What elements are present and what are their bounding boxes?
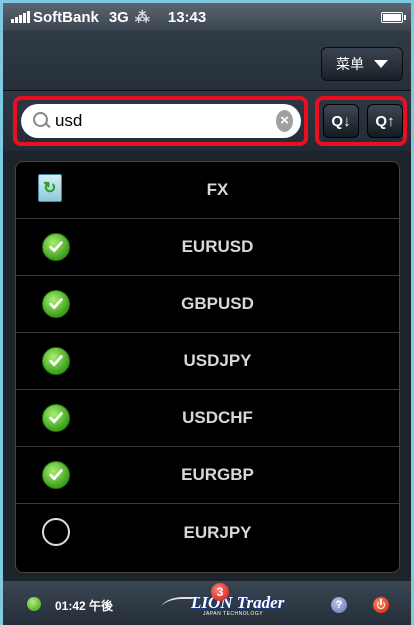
symbol-label: USDJPY xyxy=(183,351,252,370)
battery-icon xyxy=(381,11,406,23)
search-field[interactable]: × xyxy=(21,104,301,138)
list-item[interactable]: EURGBP xyxy=(16,447,399,504)
list-header-row[interactable]: FX xyxy=(16,162,399,219)
clear-icon[interactable]: × xyxy=(275,110,293,132)
connection-status-icon xyxy=(27,597,41,611)
search-icon xyxy=(33,112,48,130)
symbol-label: EURUSD xyxy=(181,237,254,256)
caret-down-icon xyxy=(374,60,388,68)
list-header-label: FX xyxy=(206,180,229,199)
carrier-name: SoftBank xyxy=(33,8,99,26)
nav-bar: 菜单 xyxy=(3,31,411,91)
list-item[interactable]: GBPUSD xyxy=(16,276,399,333)
symbol-label: USDCHF xyxy=(182,408,253,427)
checkmark-icon[interactable] xyxy=(42,404,70,432)
menu-button[interactable]: 菜单 xyxy=(321,47,403,81)
list-item[interactable]: EURUSD xyxy=(16,219,399,276)
symbol-label: EURGBP xyxy=(181,465,254,484)
refresh-folder-icon xyxy=(38,174,62,202)
logo-text: LION Trader xyxy=(191,593,285,612)
list-item[interactable]: USDCHF xyxy=(16,390,399,447)
help-icon[interactable]: ? xyxy=(331,597,347,613)
app-logo: LION Trader 3 JAPAN TECHNOLOGY xyxy=(157,583,299,623)
server-clock: 01:42 午後 xyxy=(55,599,114,613)
logo-badge: 3 xyxy=(211,583,229,601)
status-bar: SoftBank 3G ⁂ 13:43 xyxy=(3,3,411,31)
checkmark-icon[interactable] xyxy=(42,290,70,318)
network-type: 3G xyxy=(108,8,129,26)
search-down-button[interactable]: Q↓ xyxy=(323,104,359,138)
list-item[interactable]: EURJPY xyxy=(16,504,399,561)
symbol-label: GBPUSD xyxy=(181,294,254,313)
unchecked-circle-icon[interactable] xyxy=(42,518,70,546)
list-container: FX EURUSD GBPUSD USDJPY USDCHF EURGBP xyxy=(3,151,411,581)
menu-label: 菜单 xyxy=(336,56,364,72)
power-icon[interactable] xyxy=(373,597,389,613)
list-item[interactable]: USDJPY xyxy=(16,333,399,390)
activity-icon: ⁂ xyxy=(134,9,150,26)
checkmark-icon[interactable] xyxy=(42,461,70,489)
symbol-list: FX EURUSD GBPUSD USDJPY USDCHF EURGBP xyxy=(15,161,400,573)
search-input[interactable] xyxy=(54,111,276,131)
search-bar: × Q↓ Q↑ xyxy=(3,91,411,151)
app-frame: SoftBank 3G ⁂ 13:43 菜单 × Q↓ Q↑ FX xyxy=(0,0,414,625)
signal-icon xyxy=(11,11,30,23)
search-up-button[interactable]: Q↑ xyxy=(367,104,403,138)
logo-subtitle: JAPAN TECHNOLOGY xyxy=(203,611,264,617)
status-time: 13:43 xyxy=(167,8,207,26)
checkmark-icon[interactable] xyxy=(42,347,70,375)
checkmark-icon[interactable] xyxy=(42,233,70,261)
symbol-label: EURJPY xyxy=(183,522,252,542)
bottom-bar: 01:42 午後 LION Trader 3 JAPAN TECHNOLOGY … xyxy=(3,581,411,625)
